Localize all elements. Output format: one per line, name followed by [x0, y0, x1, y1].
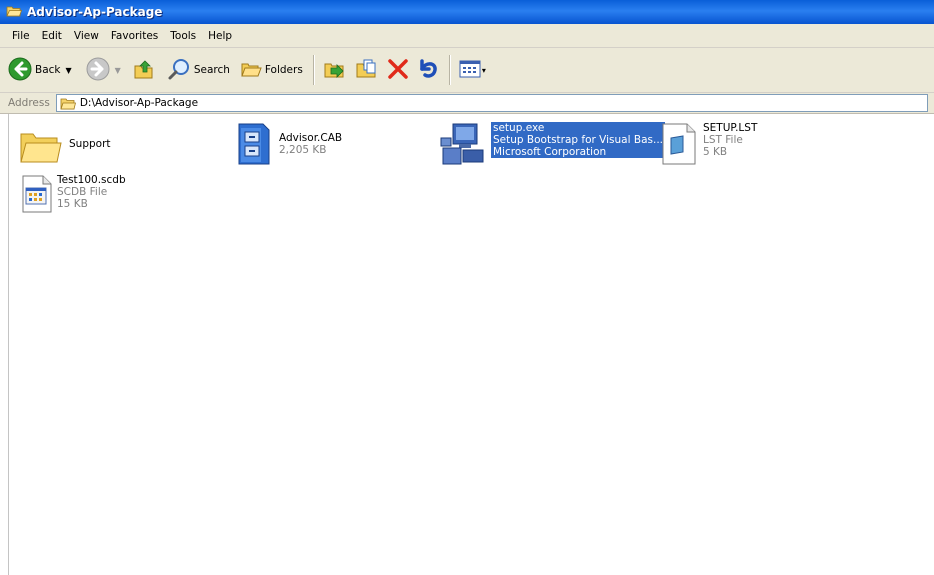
toolbar-separator: [312, 55, 315, 85]
file-view: Support Advisor.CAB 2,205 KB setup.exe S…: [8, 114, 934, 575]
address-field[interactable]: D:\Advisor-Ap-Package: [55, 94, 928, 112]
folders-label: Folders: [264, 64, 303, 76]
file-item-test100-scdb[interactable]: Test100.scdb SCDB File 15 KB: [21, 174, 126, 217]
title-bar: Advisor-Ap-Package: [0, 0, 934, 24]
file-name: Support: [69, 138, 111, 150]
up-folder-button[interactable]: [133, 53, 155, 87]
file-size: 2,205 KB: [279, 144, 327, 156]
address-folder-icon: [60, 97, 76, 110]
search-label: Search: [193, 64, 230, 76]
file-name: Test100.scdb: [57, 174, 126, 186]
address-label: Address: [8, 97, 50, 109]
move-to-folder-icon: [323, 57, 347, 84]
file-item-support[interactable]: Support: [19, 126, 111, 169]
back-arrow-icon: [8, 57, 32, 84]
undo-button[interactable]: [417, 53, 439, 87]
views-icon: [459, 59, 481, 82]
views-dropdown-icon[interactable]: ▾: [482, 66, 486, 75]
document-icon: [659, 122, 697, 169]
forward-dropdown-icon[interactable]: ▼: [115, 66, 121, 75]
menu-help[interactable]: Help: [202, 30, 238, 42]
menu-edit[interactable]: Edit: [36, 30, 68, 42]
back-dropdown-icon[interactable]: ▼: [66, 66, 72, 75]
undo-arrow-icon: [417, 58, 439, 83]
address-value: D:\Advisor-Ap-Package: [79, 97, 199, 109]
move-to-button[interactable]: [323, 53, 347, 87]
cabinet-icon: [233, 122, 273, 169]
file-item-advisor-cab[interactable]: Advisor.CAB 2,205 KB: [233, 122, 342, 169]
file-name: setup.exe: [493, 122, 545, 134]
file-type: SCDB File: [57, 186, 108, 198]
back-button[interactable]: Back ▼: [8, 53, 72, 87]
search-magnifier-icon: [167, 57, 191, 84]
folders-button[interactable]: Folders: [240, 53, 303, 87]
menu-tools[interactable]: Tools: [164, 30, 202, 42]
address-bar: Address D:\Advisor-Ap-Package: [0, 93, 934, 114]
scdb-file-icon: [21, 174, 53, 217]
setup-computer-icon: [439, 122, 487, 169]
delete-button[interactable]: [387, 53, 409, 87]
forward-button[interactable]: ▼: [86, 53, 121, 87]
file-size: 15 KB: [57, 198, 88, 210]
file-name: Advisor.CAB: [279, 132, 343, 144]
file-size: 5 KB: [703, 146, 728, 158]
menu-file[interactable]: File: [6, 30, 36, 42]
file-name: SETUP.LST: [703, 122, 758, 134]
file-description: Setup Bootstrap for Visual Bas...: [493, 134, 663, 146]
up-folder-icon: [133, 58, 155, 83]
copy-to-button[interactable]: [355, 53, 379, 87]
search-button[interactable]: Search: [167, 53, 230, 87]
folder-open-icon: [6, 4, 23, 21]
menu-bar: File Edit View Favorites Tools Help: [0, 24, 934, 48]
folders-icon: [240, 58, 262, 83]
copy-to-folder-icon: [355, 57, 379, 84]
file-item-setup-exe[interactable]: setup.exe Setup Bootstrap for Visual Bas…: [439, 122, 665, 169]
menu-view[interactable]: View: [68, 30, 105, 42]
window-title: Advisor-Ap-Package: [27, 5, 163, 19]
forward-arrow-icon: [86, 57, 110, 84]
toolbar: Back ▼ ▼ Search Folders ▾: [0, 48, 934, 93]
toolbar-separator: [448, 55, 451, 85]
menu-favorites[interactable]: Favorites: [105, 30, 164, 42]
file-company: Microsoft Corporation: [493, 146, 607, 158]
delete-x-icon: [387, 58, 409, 83]
folder-icon: [19, 126, 63, 169]
back-label: Back: [35, 64, 61, 76]
file-item-setup-lst[interactable]: SETUP.LST LST File 5 KB: [659, 122, 757, 169]
views-button[interactable]: ▾: [459, 53, 486, 87]
file-type: LST File: [703, 134, 743, 146]
